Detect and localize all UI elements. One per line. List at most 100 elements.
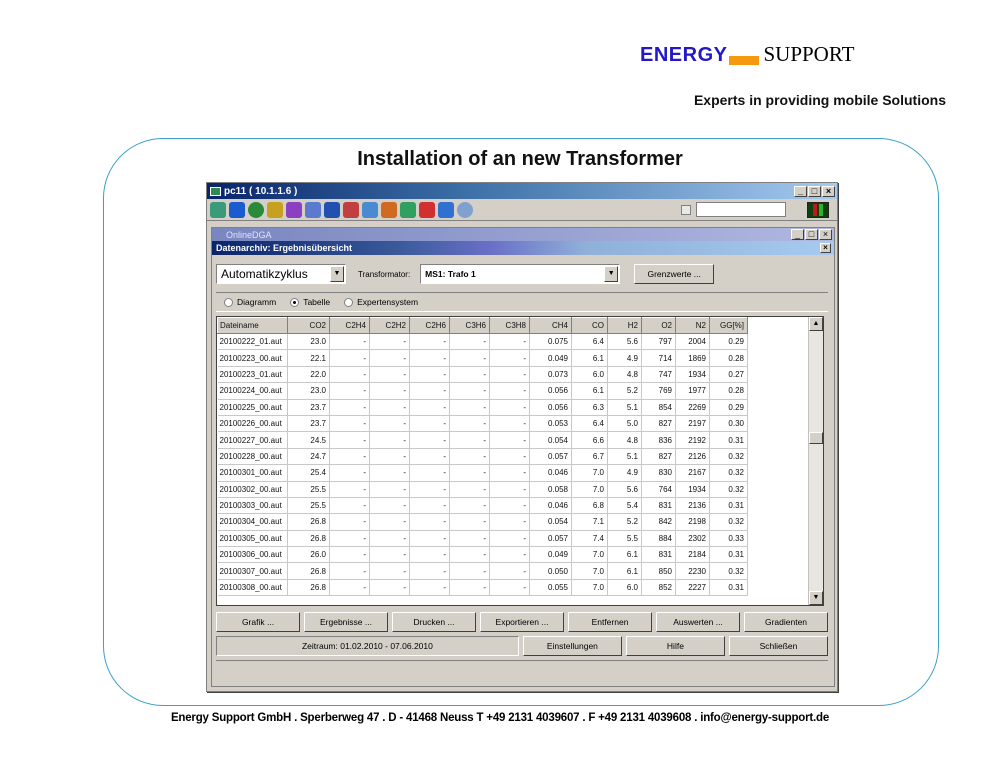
toolbar-small-box[interactable] (681, 204, 691, 215)
action-button[interactable]: Drucken ... (392, 612, 476, 632)
column-header[interactable]: Dateiname (217, 317, 288, 334)
radio-diagram-dot[interactable] (224, 297, 233, 307)
table-cell: 20100226_00.aut (217, 415, 288, 433)
archive-close-button[interactable]: × (820, 243, 831, 253)
table-row[interactable]: 20100308_00.aut 26.8- - - - -0.055 7.0 6.0 852 22… (217, 579, 748, 597)
column-header[interactable]: GG[%] (709, 317, 748, 334)
maximize-button[interactable]: □ (808, 185, 821, 197)
table-cell: 20100305_00.aut (217, 530, 288, 548)
inner-maximize-button[interactable]: □ (805, 229, 818, 240)
table-row[interactable]: 20100224_00.aut 23.0- - - - -0.056 6.1 5.2 769 19… (217, 382, 748, 400)
table-cell: - (369, 513, 410, 531)
table-row[interactable]: 20100223_00.aut 22.1- - - - -0.049 6.1 4.9 714 18… (217, 349, 748, 367)
table-row[interactable]: 20100225_00.aut 23.7- - - - -0.056 6.3 5.1 854 22… (217, 399, 748, 416)
scroll-thumb[interactable] (809, 432, 823, 444)
table-row[interactable]: 20100306_00.aut 26.0- - - - -0.049 7.0 6.1 831 21… (217, 546, 748, 564)
close-button[interactable]: × (822, 185, 835, 197)
chevron-down-icon[interactable]: ▼ (604, 266, 619, 282)
action-button[interactable]: Entfernen (568, 612, 652, 632)
footer-button[interactable]: Einstellungen (522, 636, 622, 656)
logo-orange-bar (729, 56, 760, 65)
column-header[interactable]: N2 (675, 317, 710, 334)
column-header[interactable]: O2 (641, 317, 676, 334)
table-cell: 0.29 (709, 333, 748, 351)
footer-button[interactable]: Hilfe (625, 636, 725, 656)
radio-expert-dot[interactable] (344, 297, 354, 307)
tool-filter-icon[interactable] (362, 201, 378, 218)
table-row[interactable]: 20100223_01.aut 22.0- - - - -0.073 6.0 4.8 747 19… (217, 366, 748, 384)
table-cell: 0.046 (529, 464, 572, 482)
column-header[interactable]: C2H6 (409, 317, 450, 334)
tool-book-icon[interactable] (324, 201, 340, 218)
tool-signal-icon[interactable] (305, 201, 321, 218)
table-row[interactable]: 20100307_00.aut 26.8- - - - -0.050 7.0 6.1 850 22… (217, 562, 748, 580)
column-header[interactable]: CO (571, 317, 608, 334)
table-cell: 2126 (675, 448, 710, 466)
toolbar-input[interactable] (696, 202, 786, 217)
action-button[interactable]: Grafik ... (216, 612, 300, 632)
table-row[interactable]: 20100227_00.aut 24.5- - - - -0.054 6.6 4.8 836 21… (217, 431, 748, 449)
vertical-scrollbar[interactable]: ▲ ▼ (808, 317, 823, 605)
table-cell: - (329, 546, 370, 564)
table-cell: 25.5 (287, 497, 330, 515)
table-cell: 20100223_01.aut (217, 366, 288, 384)
minimize-button[interactable]: _ (794, 185, 807, 197)
tool-export-icon[interactable] (419, 201, 435, 218)
footer-button[interactable]: Schließen (728, 636, 828, 656)
column-header[interactable]: CO2 (287, 317, 330, 334)
table-row[interactable]: 20100226_00.aut 23.7- - - - -0.053 6.4 5.0 827 21… (217, 415, 748, 433)
table-row[interactable]: 20100222_01.aut 23.0- - - - -0.075 6.4 5.6 797 20… (217, 333, 748, 351)
table-cell: 0.32 (709, 562, 748, 580)
table-row[interactable]: 20100228_00.aut 24.7- - - - -0.057 6.7 5.1 827 21… (217, 448, 748, 466)
tool-network-icon[interactable] (210, 201, 226, 218)
table-row[interactable]: 20100301_00.aut 25.4- - - - -0.046 7.0 4.9 830 21… (217, 464, 748, 482)
tool-globe-icon[interactable] (248, 201, 264, 218)
table-cell: 5.0 (607, 415, 642, 433)
inner-close-button[interactable]: × (819, 229, 832, 240)
table-cell: - (409, 497, 450, 515)
column-header[interactable]: CH4 (529, 317, 572, 334)
table-cell: 0.31 (709, 546, 748, 564)
transformer-select[interactable]: MS1: Trafo 1 ▼ (420, 264, 621, 284)
tool-import-icon[interactable] (438, 201, 454, 218)
column-header[interactable]: C3H8 (489, 317, 530, 334)
table-cell: 769 (641, 382, 676, 400)
radio-table-dot[interactable] (290, 297, 300, 307)
tool-help-icon[interactable] (457, 201, 473, 218)
table-row[interactable]: 20100304_00.aut 26.8- - - - -0.054 7.1 5.2 842 21… (217, 513, 748, 531)
action-button[interactable]: Gradienten (744, 612, 828, 632)
table-row[interactable]: 20100303_00.aut 25.5- - - - -0.046 6.8 5.4 831 21… (217, 497, 748, 515)
limits-button[interactable]: Grenzwerte ... (634, 264, 715, 284)
tool-refresh-icon[interactable] (267, 201, 283, 218)
radio-diagram[interactable]: Diagramm (224, 297, 276, 307)
tool-window-icon[interactable] (229, 201, 245, 218)
radio-expert[interactable]: Expertensystem (344, 297, 418, 307)
table-cell: 0.28 (709, 382, 748, 400)
scroll-up-icon[interactable]: ▲ (809, 317, 823, 331)
column-header[interactable]: C2H2 (369, 317, 410, 334)
column-header[interactable]: H2 (607, 317, 642, 334)
table-cell: 20100304_00.aut (217, 513, 288, 531)
action-button[interactable]: Ergebnisse ... (304, 612, 388, 632)
table-row[interactable]: 20100302_00.aut 25.5- - - - -0.058 7.0 5.6 764 19… (217, 481, 748, 498)
tool-search-icon[interactable] (381, 201, 397, 218)
column-header[interactable]: C2H4 (329, 317, 370, 334)
tool-chart-icon[interactable] (286, 201, 302, 218)
table-cell: 20100308_00.aut (217, 579, 288, 597)
table-cell: 22.0 (287, 366, 330, 384)
action-button[interactable]: Exportieren ... (480, 612, 564, 632)
inner-minimize-button[interactable]: _ (791, 229, 804, 240)
tool-archive-icon[interactable] (400, 201, 416, 218)
action-button[interactable]: Auswerten ... (656, 612, 740, 632)
chevron-down-icon[interactable]: ▼ (330, 266, 344, 282)
table-cell: - (329, 333, 370, 351)
cycle-select[interactable]: Automatikzyklus ▼ (216, 264, 346, 284)
table-cell: 0.058 (529, 481, 572, 498)
scroll-down-icon[interactable]: ▼ (809, 591, 823, 605)
column-header[interactable]: C3H6 (449, 317, 490, 334)
radio-table-label: Tabelle (303, 297, 331, 307)
table-row[interactable]: 20100305_00.aut 26.8- - - - -0.057 7.4 5.5 884 23… (217, 530, 748, 548)
action-buttons-row: Grafik ... Ergebnisse ... Drucken ... Expor… (216, 612, 828, 632)
radio-table[interactable]: Tabelle (290, 297, 330, 307)
tool-settings-icon[interactable] (343, 201, 359, 218)
